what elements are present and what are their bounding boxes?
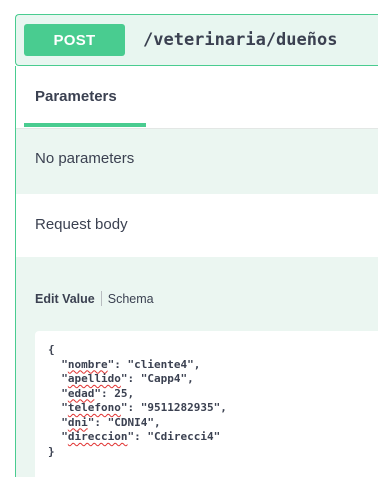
json-key: direccion: [67, 430, 128, 443]
json-key: edad: [67, 386, 95, 400]
code-line: "dni": "CDNI4",: [48, 415, 161, 429]
code-line: "nombre": "cliente4",: [48, 357, 201, 371]
method-badge: POST: [24, 24, 125, 56]
tab-edit-value[interactable]: Edit Value: [35, 292, 95, 306]
json-value: "Capp4",: [140, 372, 194, 385]
json-value: "CDNI4",: [107, 415, 161, 429]
json-key: dni: [67, 415, 88, 429]
code-line: "telefono": "9511282935",: [48, 401, 227, 414]
tab-bar: Parameters: [16, 66, 378, 129]
code-line: "apellido": "Capp4",: [48, 372, 194, 385]
endpoint-path: /veterinaria/dueños: [143, 30, 338, 50]
tab-parameters[interactable]: Parameters: [35, 88, 117, 105]
json-value: "Cdirecci4": [147, 430, 221, 443]
swagger-operation-panel: POST /veterinaria/dueños Parameters No p…: [0, 0, 378, 477]
request-body-header: Request body: [16, 194, 378, 257]
active-tab-indicator: [24, 123, 146, 127]
json-key: nombre: [67, 357, 108, 371]
request-body-editor[interactable]: { "nombre": "cliente4", "apellido": "Cap…: [35, 331, 378, 477]
request-body-label: Request body: [35, 216, 128, 233]
json-key: telefono: [67, 401, 121, 414]
json-key: apellido: [67, 372, 121, 385]
tab-schema[interactable]: Schema: [108, 292, 154, 306]
json-value: "9511282935",: [140, 401, 227, 414]
code-line: "edad": 25,: [48, 386, 135, 400]
code-lines: "nombre": "cliente4", "apellido": "Capp4…: [48, 358, 378, 445]
code-close-brace: }: [48, 444, 55, 458]
json-value: 25,: [114, 386, 135, 400]
operation-body: Parameters No parameters Request body Ed…: [15, 66, 378, 477]
operation-summary-bar[interactable]: POST /veterinaria/dueños: [15, 14, 378, 66]
tab-divider: [100, 291, 102, 306]
code-open-brace: {: [48, 343, 55, 356]
no-parameters-text: No parameters: [35, 150, 135, 167]
code-line: "direccion": "Cdirecci4": [48, 430, 221, 443]
json-value: "cliente4",: [127, 357, 201, 371]
value-tabs: Edit Value Schema: [35, 291, 154, 306]
